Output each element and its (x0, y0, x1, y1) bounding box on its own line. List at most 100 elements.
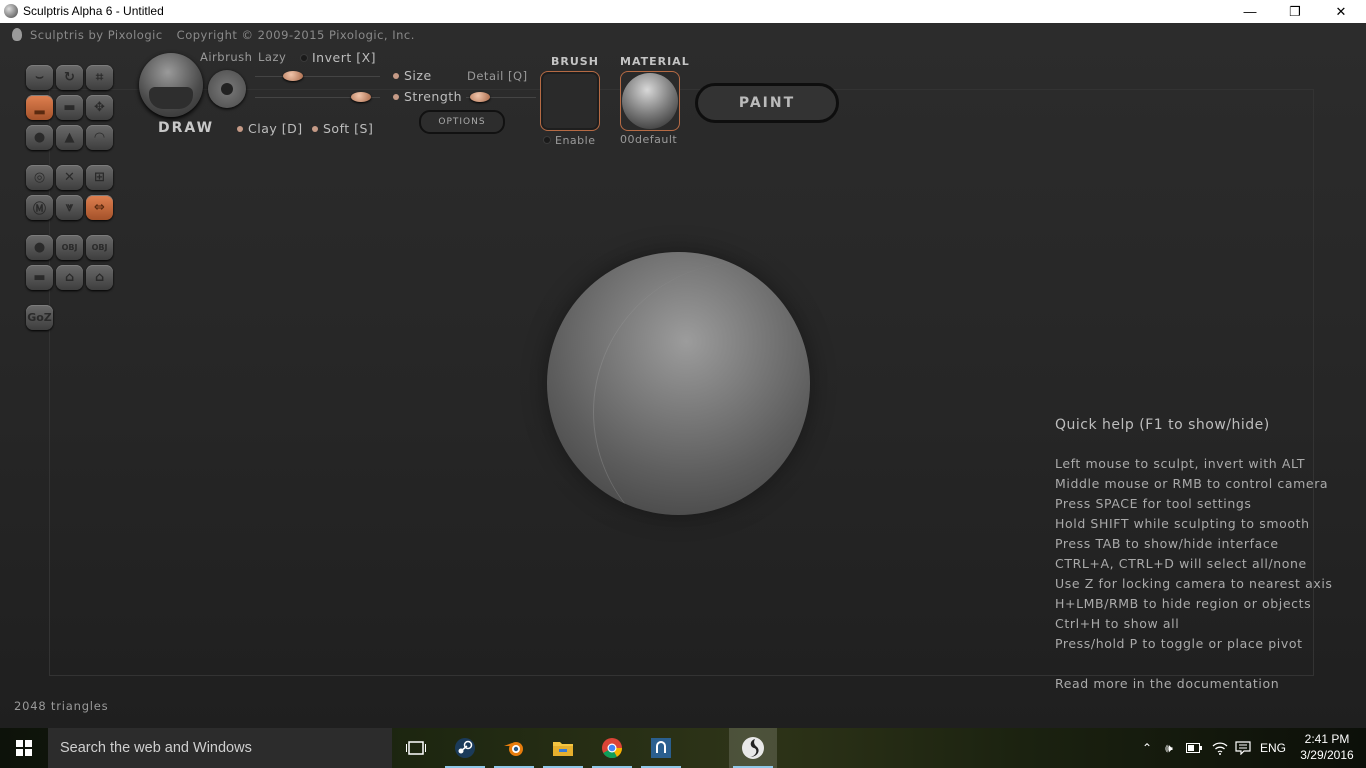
close-button[interactable]: ✕ (1318, 0, 1364, 23)
sculptris-workspace[interactable]: Sculptris by Pixologic Copyright © 2009-2… (0, 23, 1366, 728)
copyright-text: Copyright © 2009-2015 Pixologic, Inc. (176, 28, 415, 42)
enable-label: Enable (555, 134, 596, 147)
size-label: Size (404, 68, 432, 83)
import-obj-icon[interactable]: OBJ (56, 235, 83, 260)
inflate-tool-icon[interactable]: ● (26, 125, 53, 150)
windows-logo-icon (16, 740, 32, 756)
mask-tool-icon[interactable]: Ⓜ (26, 195, 53, 220)
file-explorer-icon[interactable] (539, 728, 587, 768)
size-option[interactable]: Size (393, 68, 432, 83)
strength-option[interactable]: Strength (393, 89, 462, 104)
documentation-link[interactable]: Read more in the documentation (1055, 676, 1279, 691)
quick-help-line: Middle mouse or RMB to control camera (1055, 476, 1329, 491)
quick-help-line: Press/hold P to toggle or place pivot (1055, 636, 1303, 651)
material-preview-icon (622, 73, 678, 129)
brush-preview-icon[interactable] (139, 53, 203, 117)
sculptris-app-icon (4, 4, 18, 18)
reduce-tool-icon[interactable]: ✕ (56, 165, 83, 190)
blender-icon[interactable] (490, 728, 538, 768)
restore-button[interactable]: ❐ (1272, 0, 1318, 23)
save-file-icon[interactable]: ⌂ (86, 265, 113, 290)
taskbar: Search the web and Windows ⌃ 🕪 ENG 2:41 … (0, 728, 1366, 768)
clay-option[interactable]: Clay [D] (237, 121, 303, 136)
mirror-tool-icon[interactable]: ⇔ (86, 195, 113, 220)
new-plane-icon[interactable]: ▬ (26, 265, 53, 290)
system-clock[interactable]: 2:41 PM 3/29/2016 (1296, 731, 1358, 763)
quick-help-line: Press TAB to show/hide interface (1055, 536, 1279, 551)
strength-indicator-icon (393, 94, 399, 100)
triangle-count: 2048 triangles (14, 699, 109, 713)
wireframe-tool-icon[interactable]: ⩔ (56, 195, 83, 220)
quick-help-line: Ctrl+H to show all (1055, 616, 1180, 631)
subdivide-tool-icon[interactable]: ⊞ (86, 165, 113, 190)
export-obj-icon[interactable]: OBJ (86, 235, 113, 260)
chrome-icon[interactable] (588, 728, 636, 768)
smooth-tool-icon[interactable]: ◠ (86, 125, 113, 150)
goz-button[interactable]: GoZ (26, 305, 53, 330)
show-hidden-icons-chevron-icon[interactable]: ⌃ (1138, 728, 1156, 768)
task-view-icon[interactable] (392, 728, 440, 768)
sculptris-icon[interactable] (729, 728, 777, 768)
notifications-icon[interactable] (1233, 728, 1253, 768)
invert-label: Invert [X] (312, 50, 377, 65)
invert-indicator-icon (301, 55, 307, 61)
rotate-tool-icon[interactable]: ↻ (56, 65, 83, 90)
symmetry-seam (593, 262, 810, 515)
window-title: Sculptris Alpha 6 - Untitled (23, 4, 164, 18)
pixologic-logo-icon (12, 28, 22, 41)
quick-help-line: CTRL+A, CTRL+D will select all/none (1055, 556, 1307, 571)
quick-help-list: Left mouse to sculpt, invert with ALT Mi… (1055, 456, 1333, 656)
soft-option[interactable]: Soft [S] (312, 121, 373, 136)
options-button[interactable]: OPTIONS (419, 110, 505, 134)
soft-label: Soft [S] (323, 121, 374, 136)
detail-slider-knob[interactable] (470, 92, 490, 102)
open-file-icon[interactable]: ⌂ (56, 265, 83, 290)
brush-alpha-slot[interactable] (540, 71, 600, 131)
brush-enable-toggle[interactable]: Enable (544, 134, 595, 147)
app-icon[interactable] (637, 728, 685, 768)
sphere-mesh[interactable] (547, 252, 810, 515)
new-sphere-icon[interactable]: ● (26, 235, 53, 260)
paint-button[interactable]: PAINT (695, 83, 839, 123)
copyright-line: Sculptris by Pixologic Copyright © 2009-2… (12, 28, 415, 42)
clay-indicator-icon (237, 126, 243, 132)
symmetry-tool-icon[interactable]: ◎ (26, 165, 53, 190)
scale-tool-icon[interactable]: ⌗ (86, 65, 113, 90)
start-button[interactable] (0, 728, 48, 768)
wifi-icon[interactable] (1209, 728, 1231, 768)
steam-icon[interactable] (441, 728, 489, 768)
grab-tool-icon[interactable]: ✥ (86, 95, 113, 120)
quick-help-title: Quick help (F1 to show/hide) (1055, 417, 1270, 433)
quick-help-line: H+LMB/RMB to hide region or objects (1055, 596, 1312, 611)
airbrush-toggle[interactable] (208, 70, 246, 108)
brush-section-title: BRUSH (551, 55, 599, 68)
lazy-slider-track[interactable] (255, 76, 380, 77)
clay-label: Clay [D] (248, 121, 303, 136)
material-section-title: MATERIAL (620, 55, 690, 68)
language-indicator[interactable]: ENG (1256, 728, 1290, 768)
size-indicator-icon (393, 73, 399, 79)
quick-help-line: Press SPACE for tool settings (1055, 496, 1252, 511)
clock-time: 2:41 PM (1304, 732, 1350, 746)
clock-date: 3/29/2016 (1300, 748, 1354, 762)
quick-help-line: Use Z for locking camera to nearest axis (1055, 576, 1333, 591)
lazy-label: Lazy (258, 50, 287, 64)
pinch-tool-icon[interactable]: ▲ (56, 125, 83, 150)
quick-help-line: Left mouse to sculpt, invert with ALT (1055, 456, 1306, 471)
material-slot[interactable] (620, 71, 680, 131)
draw-tool-icon[interactable]: ▂ (26, 95, 53, 120)
quick-help-line: Hold SHIFT while sculpting to smooth (1055, 516, 1310, 531)
detail-label: Detail [Q] (467, 69, 528, 83)
current-tool-label: DRAW (158, 120, 215, 136)
battery-icon[interactable] (1184, 728, 1204, 768)
volume-icon[interactable]: 🕪 (1159, 728, 1179, 768)
strength-label: Strength (404, 89, 463, 104)
enable-indicator-icon (544, 137, 550, 143)
lazy-slider-knob[interactable] (282, 71, 303, 81)
search-input[interactable]: Search the web and Windows (48, 728, 392, 768)
flatten-tool-icon[interactable]: ▬ (56, 95, 83, 120)
airbrush-label: Airbrush (200, 50, 253, 64)
invert-toggle[interactable]: Invert [X] (301, 50, 376, 65)
crease-tool-icon[interactable]: ⌣ (26, 65, 53, 90)
minimize-button[interactable]: — (1227, 0, 1273, 23)
